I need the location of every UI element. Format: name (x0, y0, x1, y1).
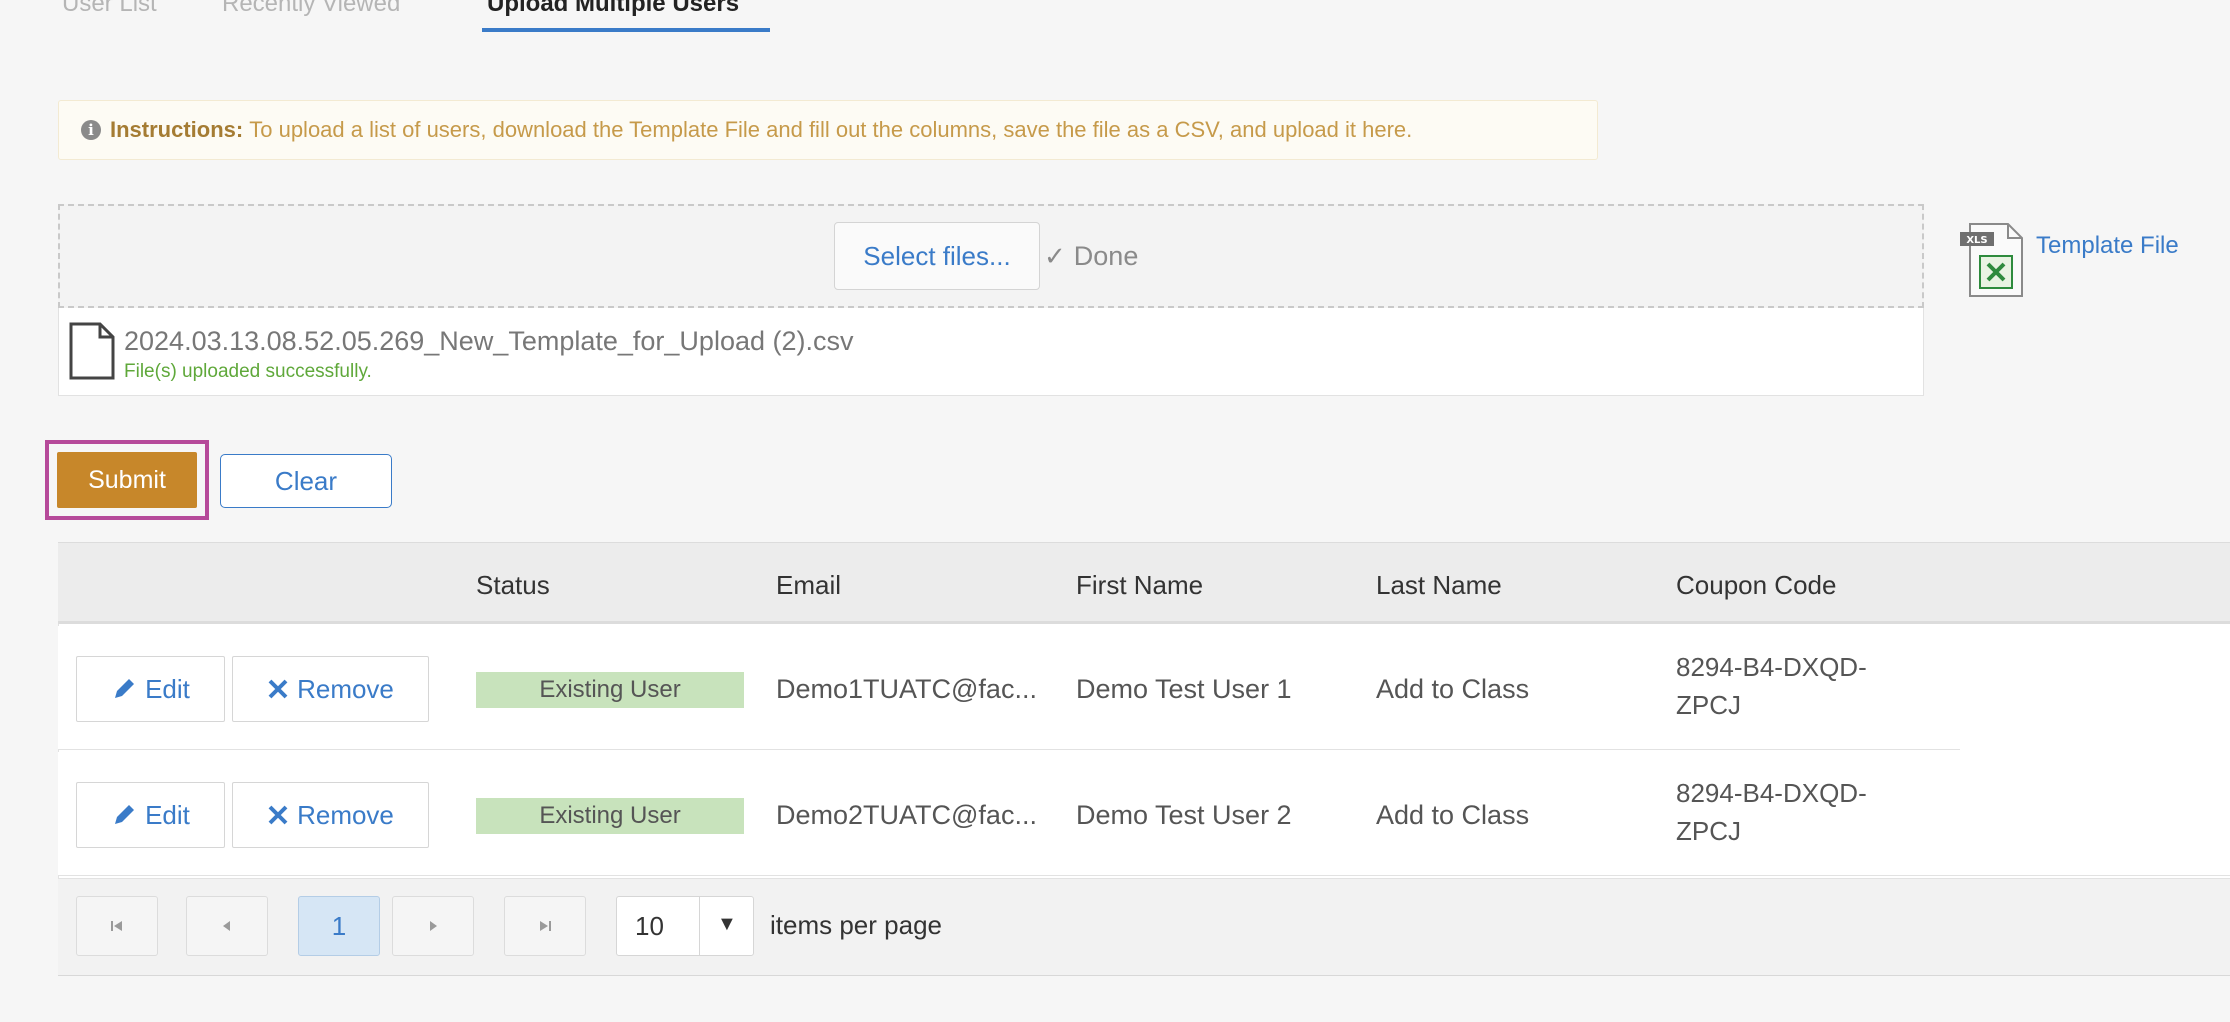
active-tab-indicator (482, 28, 770, 32)
coupon-code-cell: 8294-B4-DXQD-ZPCJ (1676, 652, 1867, 720)
upload-success-message: File(s) uploaded successfully. (124, 361, 372, 382)
first-name-cell: Demo Test User 1 (1076, 674, 1292, 704)
instructions-text: To upload a list of users, download the … (249, 117, 1413, 142)
email-cell: Demo2TUATC@fac... (776, 800, 1037, 830)
last-name-cell: Add to Class (1376, 800, 1530, 830)
column-header-email[interactable]: Email (776, 570, 841, 601)
page-size-divider (699, 897, 700, 955)
tab-user-list[interactable]: User List (62, 0, 157, 18)
instructions-title: Instructions: (110, 117, 244, 142)
edit-button[interactable]: Edit (76, 656, 225, 722)
upload-done-status: ✓ Done (1044, 236, 1138, 276)
remove-button[interactable]: Remove (232, 656, 429, 722)
column-header-last-name[interactable]: Last Name (1376, 570, 1502, 601)
last-name-cell: Add to Class (1376, 674, 1530, 704)
chevron-down-icon[interactable]: ▼ (717, 913, 737, 936)
column-header-coupon-code[interactable]: Coupon Code (1676, 570, 1836, 601)
last-page-button[interactable] (504, 896, 586, 956)
xls-icon-label: XLS (1966, 235, 1987, 246)
template-file-link[interactable]: Template File (2036, 232, 2179, 260)
email-cell: Demo1TUATC@fac... (776, 674, 1037, 704)
page-button-1[interactable]: 1 (298, 896, 380, 956)
first-name-cell: Demo Test User 2 (1076, 800, 1292, 830)
last-page-icon (540, 921, 551, 931)
info-icon: i (81, 120, 101, 140)
previous-page-button[interactable] (186, 896, 268, 956)
edit-label: Edit (145, 673, 190, 704)
first-page-button[interactable] (76, 896, 158, 956)
edit-button[interactable]: Edit (76, 782, 225, 848)
items-per-page-label: items per page (770, 910, 942, 940)
clear-button[interactable]: Clear (220, 454, 392, 508)
edit-label: Edit (145, 799, 190, 830)
uploaded-file-name: 2024.03.13.08.52.05.269_New_Template_for… (124, 326, 854, 356)
checkmark-icon: ✓ (1044, 240, 1066, 271)
next-page-icon (430, 921, 437, 931)
select-files-button[interactable]: Select files... (834, 222, 1040, 290)
close-icon (268, 679, 288, 699)
page-size-select[interactable]: 10 ▼ (616, 896, 754, 956)
pager (58, 878, 2230, 976)
remove-button[interactable]: Remove (232, 782, 429, 848)
instructions-banner: i Instructions: To upload a list of user… (58, 100, 1598, 160)
pencil-icon (115, 679, 135, 698)
tab-recently-viewed[interactable]: Recently Viewed (222, 0, 400, 18)
file-icon (69, 322, 115, 380)
close-icon (268, 805, 288, 825)
status-badge: Existing User (476, 672, 744, 708)
previous-page-icon (223, 921, 230, 931)
remove-label: Remove (297, 799, 394, 830)
submit-button[interactable]: Submit (57, 452, 197, 508)
column-header-status[interactable]: Status (476, 570, 550, 601)
pencil-icon (115, 805, 135, 824)
first-page-icon (111, 921, 122, 931)
tab-upload-multiple-users[interactable]: Upload Multiple Users (487, 0, 739, 18)
status-badge: Existing User (476, 798, 744, 834)
next-page-button[interactable] (392, 896, 474, 956)
coupon-code-cell: 8294-B4-DXQD-ZPCJ (1676, 778, 1867, 846)
excel-file-icon[interactable]: XLS (1958, 220, 2028, 300)
done-label: Done (1073, 240, 1139, 271)
remove-label: Remove (297, 673, 394, 704)
page-size-value: 10 (635, 911, 664, 941)
column-header-first-name[interactable]: First Name (1076, 570, 1203, 601)
